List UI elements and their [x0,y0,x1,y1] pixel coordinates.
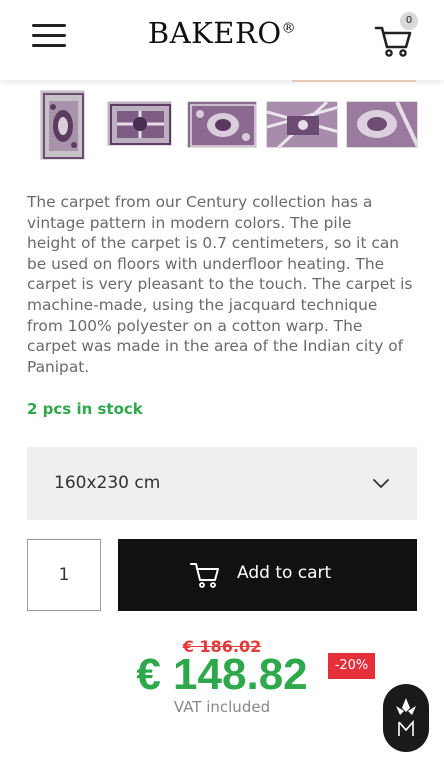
size-select-value: 160x230 cm [54,473,161,493]
description-line: The carpet from our Century collection h… [27,193,373,211]
discount-badge: -20% [328,653,375,679]
add-to-cart-button[interactable]: Add to cart [118,539,417,611]
description-line: machine-made, using the jacquard techniq… [27,295,378,314]
vat-note: VAT included [173,698,271,716]
carpet-thumbnail-1[interactable] [40,90,85,160]
sale-price: € 148.82 [136,650,308,699]
carpet-thumbnail-5[interactable] [346,101,418,148]
registered-mark: ® [281,20,297,37]
cart-icon [190,563,219,588]
description-line: from 100% polyester on a cotton warp. Th… [27,316,363,335]
product-description: The carpet from our Century collection h… [27,192,419,377]
carpet-thumbnail-3[interactable] [187,101,257,148]
carpet-thumbnail-2[interactable] [107,101,172,146]
cart-button[interactable]: 0 [374,12,422,58]
cart-count-badge: 0 [400,12,418,30]
description-line: carpet was made in the area of the India… [27,337,404,356]
size-select[interactable]: 160x230 cm [27,447,417,520]
description-line: carpet is very pleasant to the touch. Th… [27,275,413,294]
description-line: Panipat. [27,357,90,376]
description-line: vintage pattern in modern colors. The pi… [27,213,352,232]
quantity-input[interactable]: 1 [27,539,101,611]
stock-status: 2 pcs in stock [27,400,143,418]
chevron-down-icon [373,479,389,488]
add-to-cart-label: Add to cart [237,563,332,583]
brand-name: BAKERO [147,16,282,50]
description-line: height of the carpet is 0.7 centimeters,… [27,234,400,253]
description-line: be used on floors with underfloor heatin… [27,254,385,273]
site-header: BAKERO® 0 [0,0,444,80]
carpet-thumbnail-4[interactable] [266,101,338,148]
chat-assistant-icon [396,698,416,736]
chat-widget-button[interactable] [383,684,429,752]
active-indicator [292,80,416,82]
product-thumbnails [0,88,444,162]
